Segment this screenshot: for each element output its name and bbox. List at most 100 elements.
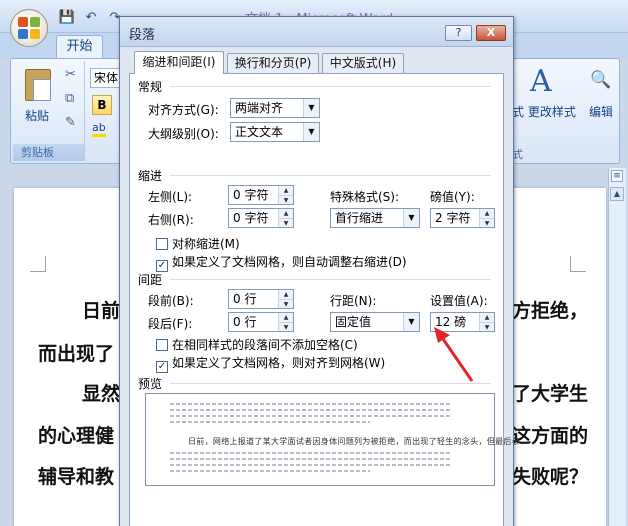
highlight-button[interactable]: ab [92, 121, 106, 137]
left-indent-label: 左侧(L): [148, 190, 193, 204]
clipboard-group-label: 剪贴板 [13, 144, 84, 161]
tab-indents-spacing[interactable]: 缩进和间距(I) [134, 51, 224, 74]
quick-access-toolbar: 💾 ↶ ↷ [58, 8, 124, 26]
outline-level-label: 大纲级别(O): [148, 127, 219, 141]
spin-down-icon[interactable]: ▼ [479, 218, 494, 227]
chevron-down-icon[interactable]: ▼ [403, 313, 419, 331]
line-spacing-value: 固定值 [335, 315, 372, 329]
auto-right-indent-checkbox[interactable]: ✓ 如果定义了文档网格，则自动调整右缩进(D) [156, 255, 407, 272]
section-divider [170, 175, 491, 176]
spin-up-icon[interactable]: ▲ [479, 313, 494, 322]
tab-asian-typography[interactable]: 中文版式(H) [322, 53, 404, 73]
no-space-same-style-label: 在相同样式的段落间不添加空格(C) [172, 338, 358, 352]
alignment-label: 对齐方式(G): [148, 103, 219, 117]
chevron-down-icon[interactable]: ▼ [303, 99, 319, 117]
doc-text-left: 而出现了 [38, 343, 115, 365]
doc-text-left: 辅导和教 [38, 466, 115, 488]
tab-line-page-breaks[interactable]: 换行和分页(P) [227, 53, 319, 73]
spin-down-icon[interactable]: ▼ [278, 195, 293, 204]
save-icon[interactable]: 💾 [58, 8, 76, 26]
indent-heading: 缩进 [138, 169, 163, 183]
paste-icon[interactable] [25, 69, 51, 101]
scroll-up-icon[interactable]: ▲ [610, 187, 624, 201]
snap-to-grid-checkbox[interactable]: ✓ 如果定义了文档网格，则对齐到网格(W) [156, 356, 386, 373]
view-ruler-icon[interactable]: ≡ [611, 170, 623, 182]
undo-icon[interactable]: ↶ [82, 8, 100, 26]
section-divider [170, 383, 491, 384]
cut-icon[interactable]: ✂ [65, 67, 76, 82]
editing-button[interactable]: 编辑 [589, 103, 613, 120]
doc-text-left: 日前 [82, 300, 121, 322]
spacing-at-spinner[interactable]: 12 磅 ▲ ▼ [430, 312, 495, 332]
checkbox-box[interactable] [156, 238, 168, 250]
special-indent-select[interactable]: 首行缩进 ▼ [330, 208, 420, 228]
indent-by-value: 2 字符 [435, 211, 471, 225]
doc-text-left: 显然 [82, 383, 121, 405]
margin-mark [570, 256, 586, 272]
change-styles-button[interactable]: 式 更改样式 [512, 103, 576, 120]
indent-by-spinner[interactable]: 2 字符 ▲ ▼ [430, 208, 495, 228]
doc-text-right: 失败呢？ [512, 466, 589, 488]
special-indent-label: 特殊格式(S): [330, 190, 400, 204]
alignment-value: 两端对齐 [235, 101, 284, 115]
help-button[interactable]: ? [445, 25, 472, 41]
clipboard-group: 粘贴 ✂ ⧉ ✎ 剪贴板 [13, 61, 85, 161]
line-spacing-label: 行距(N): [330, 294, 377, 308]
preview-pane: 日前，网络上报道了某大学面试者因身体问题列为被拒绝，而出现了轻生的念头，但最后参… [145, 393, 528, 486]
copy-icon[interactable]: ⧉ [65, 91, 74, 106]
close-button[interactable]: X [476, 25, 506, 41]
spacing-at-value: 12 磅 [435, 315, 467, 329]
dialog-title-bar[interactable]: 段落 ? X [120, 17, 513, 47]
spin-up-icon[interactable]: ▲ [278, 209, 293, 218]
chevron-down-icon[interactable]: ▼ [403, 209, 419, 227]
dialog-title: 段落 [129, 28, 156, 43]
left-indent-spinner[interactable]: 0 字符 ▲ ▼ [228, 185, 294, 205]
spin-up-icon[interactable]: ▲ [278, 290, 293, 299]
checkbox-box[interactable] [156, 339, 168, 351]
outline-level-select[interactable]: 正文文本 ▼ [230, 122, 320, 142]
styles-icon[interactable]: A [530, 64, 552, 99]
paste-button-label[interactable]: 粘贴 [25, 107, 49, 124]
preview-next-line [170, 452, 452, 454]
indent-by-label: 磅值(Y): [430, 190, 475, 204]
spin-down-icon[interactable]: ▼ [278, 218, 293, 227]
preview-next-line [170, 464, 452, 466]
line-spacing-select[interactable]: 固定值 ▼ [330, 312, 420, 332]
spin-up-icon[interactable]: ▲ [479, 209, 494, 218]
outline-level-value: 正文文本 [235, 125, 284, 139]
find-icon[interactable]: 🔍 [590, 70, 611, 90]
general-heading: 常规 [138, 80, 163, 94]
snap-to-grid-label: 如果定义了文档网格，则对齐到网格(W) [172, 356, 386, 370]
section-divider [170, 86, 491, 87]
checkbox-checked-icon[interactable]: ✓ [156, 361, 168, 373]
spin-up-icon[interactable]: ▲ [278, 186, 293, 195]
space-before-spinner[interactable]: 0 行 ▲ ▼ [228, 289, 294, 309]
highlight-label: ab [92, 121, 106, 137]
mirror-indents-checkbox[interactable]: 对称缩进(M) [156, 237, 240, 251]
spin-down-icon[interactable]: ▼ [278, 299, 293, 308]
vertical-ruler [608, 168, 626, 526]
special-indent-value: 首行缩进 [335, 211, 384, 225]
chevron-down-icon[interactable]: ▼ [303, 123, 319, 141]
no-space-same-style-checkbox[interactable]: 在相同样式的段落间不添加空格(C) [156, 338, 358, 352]
space-before-value: 0 行 [233, 292, 257, 306]
space-after-spinner[interactable]: 0 行 ▲ ▼ [228, 312, 294, 332]
format-painter-icon[interactable]: ✎ [65, 115, 76, 130]
alignment-select[interactable]: 两端对齐 ▼ [230, 98, 320, 118]
bold-button[interactable]: B [92, 95, 112, 115]
spin-down-icon[interactable]: ▼ [479, 322, 494, 331]
right-indent-label: 右侧(R): [148, 213, 194, 227]
right-indent-spinner[interactable]: 0 字符 ▲ ▼ [228, 208, 294, 228]
tab-home[interactable]: 开始 [56, 35, 103, 59]
doc-text-right: 了大学生 [512, 383, 589, 405]
preview-sample-text: 日前，网络上报道了某大学面试者因身体问题列为被拒绝，而出现了轻生的念头，但最后参… [188, 437, 529, 446]
right-indent-value: 0 字符 [233, 211, 269, 225]
mirror-indents-label: 对称缩进(M) [172, 237, 240, 251]
doc-text-right: 方拒绝， [512, 300, 589, 322]
spacing-at-label: 设置值(A): [430, 294, 488, 308]
doc-text-left: 的心理健 [38, 425, 115, 447]
spin-up-icon[interactable]: ▲ [278, 313, 293, 322]
section-divider [170, 279, 491, 280]
office-button[interactable] [10, 9, 48, 47]
spin-down-icon[interactable]: ▼ [278, 322, 293, 331]
